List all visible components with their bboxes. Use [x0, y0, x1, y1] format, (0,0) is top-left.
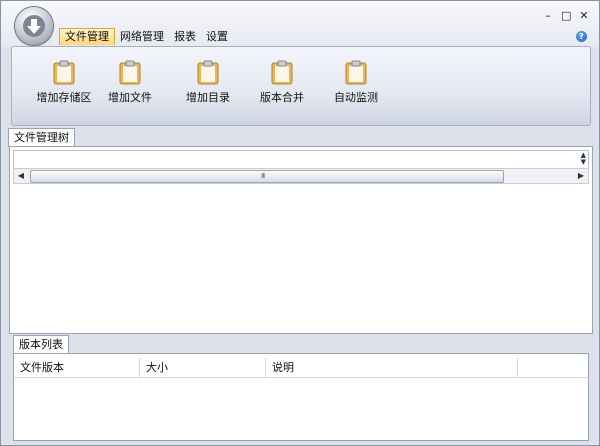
- ribbon-tabs: 文件管理 网络管理 报表 设置: [59, 28, 233, 45]
- add-file-label: 增加文件: [108, 91, 152, 104]
- column-header-size[interactable]: 大小: [140, 358, 266, 377]
- close-button[interactable]: ✕: [579, 10, 589, 21]
- add-directory-label: 增加目录: [186, 91, 230, 104]
- clipboard-icon: [196, 59, 220, 85]
- add-file-button[interactable]: 增加文件: [108, 59, 152, 109]
- maximize-button[interactable]: □: [561, 10, 571, 21]
- clipboard-icon: [270, 59, 294, 85]
- scroll-left-arrow-icon[interactable]: ◀: [14, 169, 28, 183]
- tab-version-list[interactable]: 版本列表: [13, 335, 69, 354]
- tab-reports[interactable]: 报表: [169, 28, 201, 45]
- version-merge-label: 版本合并: [260, 91, 304, 104]
- tab-settings[interactable]: 设置: [201, 28, 233, 45]
- version-merge-button[interactable]: 版本合并: [260, 59, 304, 109]
- auto-monitor-button[interactable]: 自动监测: [334, 59, 378, 109]
- clipboard-icon: [52, 59, 76, 85]
- minimize-button[interactable]: –: [543, 10, 553, 21]
- clipboard-icon: [344, 59, 368, 85]
- scroll-right-arrow-icon[interactable]: ▶: [574, 169, 588, 183]
- file-management-tree-panel[interactable]: ▲ ▼ ◀ III ▶: [9, 146, 593, 334]
- column-header-file-version[interactable]: 文件版本: [14, 358, 140, 377]
- version-list-header: 文件版本 大小 说明: [14, 358, 588, 378]
- help-icon[interactable]: ?: [576, 31, 587, 42]
- window-controls: – □ ✕: [543, 10, 589, 21]
- download-arrow-icon: [23, 15, 45, 37]
- app-menu-orb[interactable]: [15, 7, 53, 45]
- grip-icon: III: [261, 172, 265, 180]
- tab-network-management[interactable]: 网络管理: [115, 28, 169, 45]
- column-header-empty[interactable]: [518, 358, 586, 377]
- add-storage-area-button[interactable]: 增加存储区: [36, 59, 92, 109]
- app-window: 文件管理 网络管理 报表 设置 – □ ✕ ? 增加存储区 增加文件 增加目录 …: [0, 0, 600, 446]
- spin-buttons[interactable]: ▲ ▼: [581, 152, 586, 166]
- auto-monitor-label: 自动监测: [334, 91, 378, 104]
- add-directory-button[interactable]: 增加目录: [186, 59, 230, 109]
- column-header-description[interactable]: 说明: [266, 358, 518, 377]
- horizontal-scrollbar[interactable]: ◀ III ▶: [13, 168, 589, 184]
- clipboard-icon: [118, 59, 142, 85]
- tree-path-field[interactable]: ▲ ▼: [13, 150, 589, 169]
- add-storage-area-label: 增加存储区: [36, 91, 92, 104]
- title-bar: 文件管理 网络管理 报表 设置 – □ ✕ ?: [1, 1, 599, 47]
- tab-file-management-tree[interactable]: 文件管理树: [8, 128, 75, 147]
- scrollbar-thumb[interactable]: III: [30, 170, 504, 183]
- version-list-panel: 文件版本 大小 说明: [13, 353, 589, 441]
- ribbon-panel: 增加存储区 增加文件 增加目录 版本合并 自动监测: [11, 46, 591, 126]
- tab-file-management[interactable]: 文件管理: [59, 28, 115, 45]
